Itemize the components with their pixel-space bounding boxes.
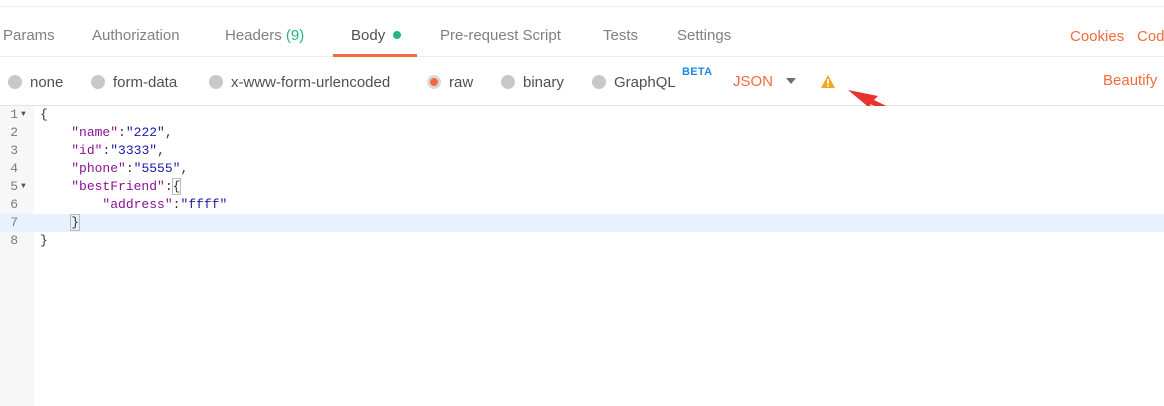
format-select[interactable]: JSON — [733, 57, 773, 105]
tab-headers-label: Headers — [225, 27, 282, 44]
editor-line: 4 "phone":"5555", — [0, 160, 1164, 178]
radio-label: none — [30, 74, 64, 91]
line-number: 1 — [10, 107, 18, 122]
editor-line: 8 } — [0, 232, 1164, 250]
line-number: 2 — [10, 125, 18, 140]
radio-label: GraphQL — [614, 74, 676, 91]
radio-circle — [209, 75, 223, 89]
line-number: 8 — [10, 233, 18, 248]
editor-line-active: 7 } — [0, 214, 1164, 232]
body-type-bar: none form-data x-www-form-urlencoded raw… — [0, 57, 1164, 106]
line-number: 3 — [10, 143, 18, 158]
warning-icon[interactable] — [820, 74, 836, 89]
radio-label: raw — [449, 74, 474, 91]
radio-circle-selected — [427, 75, 441, 89]
radio-circle — [91, 75, 105, 89]
chevron-down-icon[interactable] — [786, 78, 796, 84]
request-tabs: Params Authorization Headers (9) Body Pr… — [0, 7, 1164, 57]
code-editor[interactable]: 1 ▼ { 2 "name":"222", 3 "id":"3333", 4 "… — [0, 106, 1164, 406]
editor-line: 6 "address":"ffff" — [0, 196, 1164, 214]
top-border — [0, 0, 1164, 7]
tab-authorization[interactable]: Authorization — [92, 7, 180, 56]
code-text: "id":"3333", — [71, 143, 165, 158]
body-active-dot — [393, 31, 402, 39]
radio-label: binary — [523, 74, 564, 91]
code-text: "bestFriend":{ — [71, 178, 182, 195]
editor-line: 3 "id":"3333", — [0, 142, 1164, 160]
radio-label: form-data — [113, 74, 178, 91]
tab-body[interactable]: Body — [332, 7, 418, 57]
tab-headers[interactable]: Headers (9) — [225, 7, 304, 56]
radio-label: x-www-form-urlencoded — [231, 74, 391, 91]
cookies-link[interactable]: Cookies — [1070, 7, 1124, 56]
tab-pre-request-script[interactable]: Pre-request Script — [440, 7, 561, 56]
line-number: 7 — [10, 215, 18, 230]
code-link[interactable]: Code — [1137, 7, 1164, 56]
tab-tests[interactable]: Tests — [603, 7, 638, 56]
code-text: "phone":"5555", — [71, 161, 189, 176]
editor-line: 1 ▼ { — [0, 106, 1164, 124]
tab-params[interactable]: Params — [3, 7, 55, 56]
code-text: "address":"ffff" — [102, 197, 228, 212]
tab-settings[interactable]: Settings — [677, 7, 731, 56]
radio-circle — [592, 75, 606, 89]
radio-circle — [8, 75, 22, 89]
text-cursor — [79, 214, 81, 229]
code-text: { — [40, 107, 48, 122]
code-text: } — [40, 233, 48, 248]
code-text: "name":"222", — [71, 125, 173, 140]
radio-circle — [501, 75, 515, 89]
editor-line: 5 ▼ "bestFriend":{ — [0, 178, 1164, 196]
tab-body-label: Body — [351, 27, 386, 44]
beautify-button[interactable]: Beautify — [1103, 57, 1157, 105]
fold-icon[interactable]: ▼ — [21, 106, 26, 124]
headers-count-badge: (9) — [285, 27, 305, 44]
line-number: 6 — [10, 197, 18, 212]
line-number: 4 — [10, 161, 18, 176]
code-text: } — [70, 214, 81, 231]
fold-icon[interactable]: ▼ — [21, 178, 26, 196]
line-number: 5 — [10, 179, 18, 194]
beta-badge: BETA — [682, 66, 713, 78]
editor-line: 2 "name":"222", — [0, 124, 1164, 142]
